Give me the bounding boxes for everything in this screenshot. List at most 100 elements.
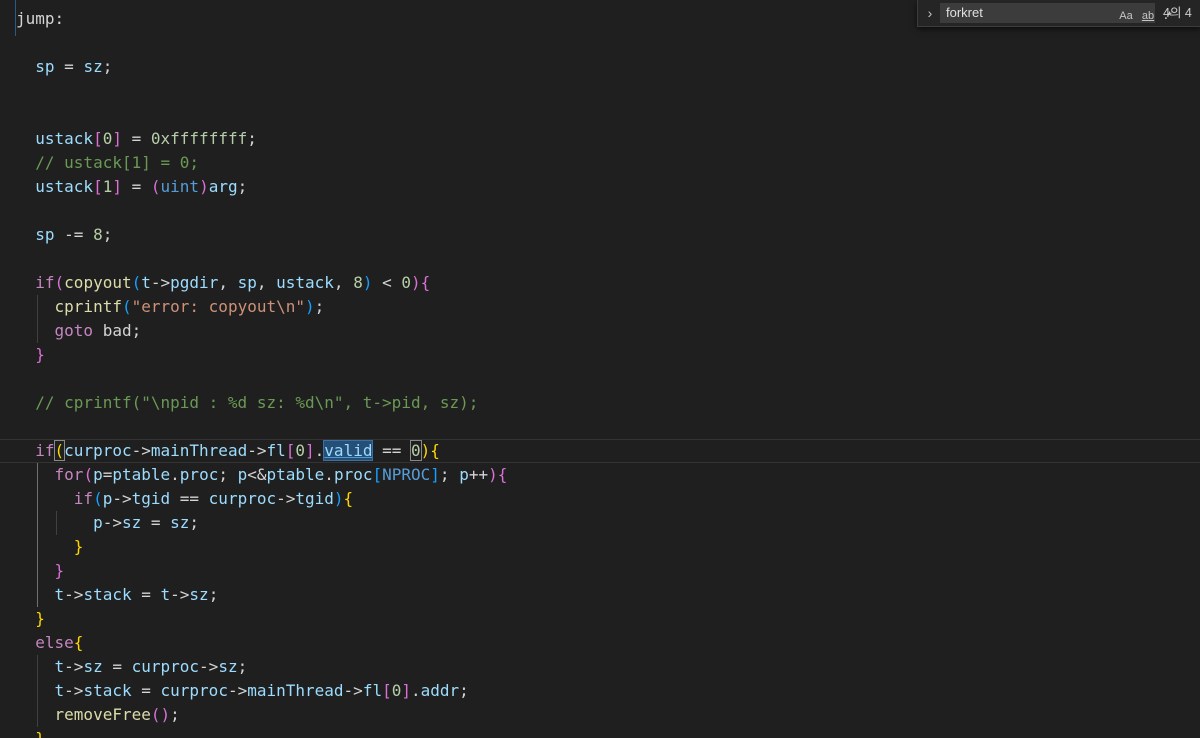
code-token: 0xffffffff (150, 129, 248, 148)
code-line[interactable] (0, 367, 1200, 391)
code-line[interactable]: for(p=ptable.proc; p<&ptable.proc[NPROC]… (0, 463, 1200, 487)
code-token: } (16, 609, 45, 628)
code-token: curproc (208, 489, 277, 508)
code-text: // ustack[1] = 0; (16, 151, 199, 175)
code-token: . (170, 465, 180, 484)
code-token: 0 (391, 681, 402, 700)
code-token: valid (323, 440, 374, 461)
code-token: { (73, 633, 84, 652)
match-whole-word-button[interactable]: ab (1137, 7, 1159, 25)
code-text: } (16, 607, 45, 631)
code-token: sz (121, 513, 142, 532)
code-token: if (16, 273, 55, 292)
code-line[interactable]: // ustack[1] = 0; (0, 151, 1200, 175)
code-line[interactable]: t->stack = curproc->mainThread->fl[0].ad… (0, 679, 1200, 703)
code-token: ( (150, 177, 161, 196)
code-token: ; (237, 177, 248, 196)
code-line[interactable]: ustack[0] = 0xffffffff; (0, 127, 1200, 151)
code-token: -> (276, 489, 296, 508)
code-token: ( (83, 465, 94, 484)
code-editor[interactable]: jump: sp = sz; ustack[0] = 0xffffffff; /… (0, 0, 1200, 738)
code-token: -> (64, 681, 84, 700)
code-line[interactable] (0, 31, 1200, 55)
code-area[interactable]: jump: sp = sz; ustack[0] = 0xffffffff; /… (0, 0, 1200, 738)
code-line[interactable]: if(p->tgid == curproc->tgid){ (0, 487, 1200, 511)
code-line[interactable]: ustack[1] = (uint)arg; (0, 175, 1200, 199)
code-token: 8 (93, 225, 103, 244)
code-token: -> (199, 657, 219, 676)
code-token: ptable (266, 465, 325, 484)
match-case-button[interactable]: Aa (1117, 7, 1135, 25)
code-line[interactable]: goto bad; (0, 319, 1200, 343)
code-text: if(p->tgid == curproc->tgid){ (16, 487, 353, 511)
code-token: else (16, 633, 74, 652)
code-token: uint (160, 177, 200, 196)
find-input[interactable]: forkret Aa ab .* (940, 3, 1172, 25)
code-token: } (16, 561, 65, 580)
code-token: proc (179, 465, 219, 484)
code-line[interactable]: // cprintf("\npid : %d sz: %d\n", t->pid… (0, 391, 1200, 415)
code-line[interactable]: } (0, 535, 1200, 559)
code-text: if(curproc->mainThread->fl[0].valid == 0… (16, 440, 440, 462)
code-token: arg (208, 177, 238, 196)
code-token: curproc (131, 657, 200, 676)
code-text: t->stack = curproc->mainThread->fl[0].ad… (16, 679, 469, 703)
code-token: if (16, 489, 94, 508)
code-token: ( (121, 297, 132, 316)
code-text: } (16, 559, 65, 583)
code-line[interactable]: cprintf("error: copyout\n"); (0, 295, 1200, 319)
code-token: ( (131, 273, 142, 292)
code-token: jump: (16, 9, 65, 28)
code-token: [ (93, 129, 103, 148)
code-token: t (160, 585, 171, 604)
code-token: copyout (64, 273, 132, 292)
code-token: } (16, 345, 45, 364)
chevron-right-icon[interactable]: › (922, 3, 938, 23)
code-token: 0 (102, 129, 113, 148)
code-line[interactable]: } (0, 727, 1200, 738)
code-text: ustack[1] = (uint)arg; (16, 175, 247, 199)
code-line[interactable]: } (0, 343, 1200, 367)
code-token: sz (218, 657, 238, 676)
code-line[interactable]: sp = sz; (0, 55, 1200, 79)
code-token: ptable (112, 465, 171, 484)
code-text: removeFree(); (16, 703, 180, 727)
code-text: ustack[0] = 0xffffffff; (16, 127, 257, 151)
code-line[interactable] (0, 199, 1200, 223)
code-line[interactable]: sp -= 8; (0, 223, 1200, 247)
code-line[interactable]: else{ (0, 631, 1200, 655)
code-token: "error: copyout\n" (131, 297, 305, 316)
code-token: ) (199, 177, 209, 196)
code-line[interactable]: if(copyout(t->pgdir, sp, ustack, 8) < 0)… (0, 271, 1200, 295)
code-line[interactable]: t->sz = curproc->sz; (0, 655, 1200, 679)
code-line[interactable]: } (0, 607, 1200, 631)
code-token: proc (333, 465, 373, 484)
code-token: ; (170, 705, 180, 724)
code-token: sp (16, 225, 55, 244)
code-token: ; (189, 513, 200, 532)
code-line[interactable]: p->sz = sz; (0, 511, 1200, 535)
code-token: -> (343, 681, 363, 700)
code-line[interactable]: removeFree(); (0, 703, 1200, 727)
code-line[interactable] (0, 415, 1200, 439)
code-token: -= (54, 225, 94, 244)
code-line[interactable]: } (0, 559, 1200, 583)
code-token: if (16, 441, 55, 460)
code-token: = (141, 513, 171, 532)
code-text: p->sz = sz; (16, 511, 199, 535)
code-line[interactable]: if(curproc->mainThread->fl[0].valid == 0… (0, 439, 1200, 463)
code-token: t (141, 273, 151, 292)
code-text: if(copyout(t->pgdir, sp, ustack, 8) < 0)… (16, 271, 430, 295)
code-token: p (102, 489, 113, 508)
code-token: <& (247, 465, 267, 484)
code-token: ; (102, 57, 113, 76)
code-line[interactable] (0, 247, 1200, 271)
code-token: cprintf (16, 297, 122, 316)
code-line[interactable] (0, 103, 1200, 127)
code-text: sp = sz; (16, 55, 112, 79)
code-token: = (131, 585, 161, 604)
code-line[interactable] (0, 79, 1200, 103)
code-line[interactable]: t->stack = t->sz; (0, 583, 1200, 607)
find-widget: › forkret Aa ab .* 4의 4 (917, 0, 1200, 27)
code-text: } (16, 727, 45, 738)
